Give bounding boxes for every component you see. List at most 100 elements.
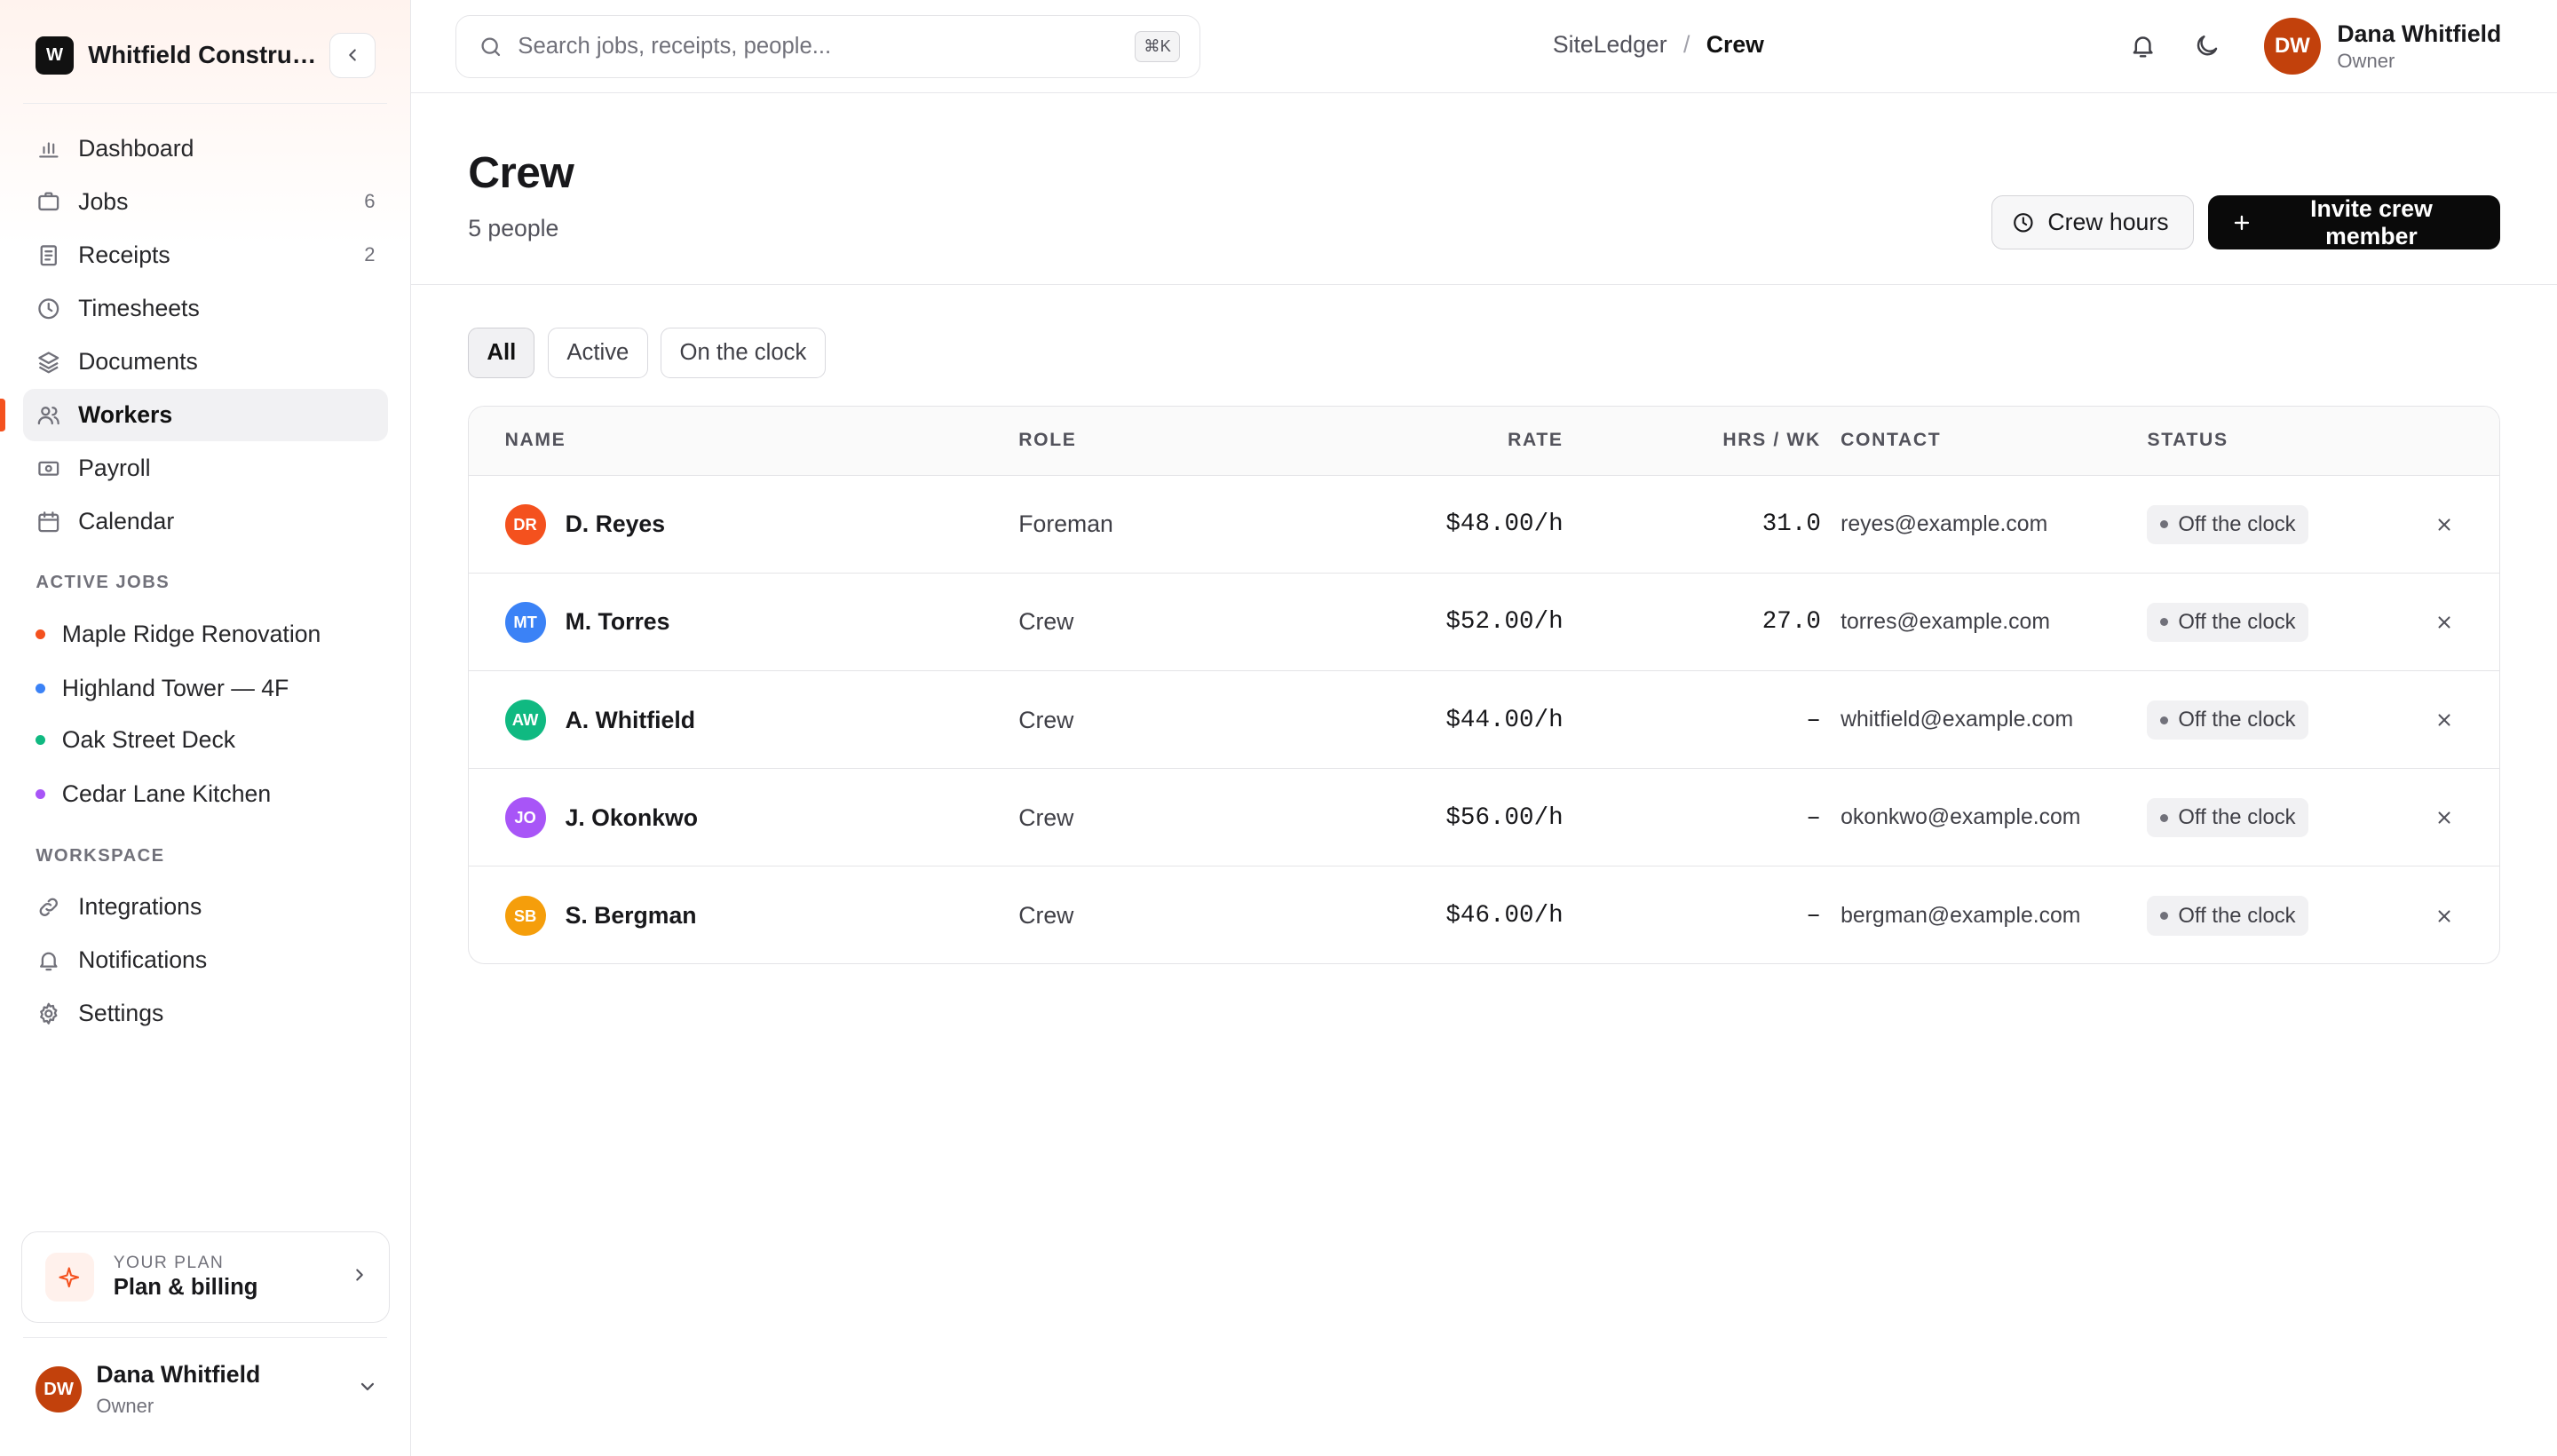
breadcrumb: SiteLedger / Crew [1553,31,1764,59]
column-status[interactable]: STATUS [2147,430,2228,451]
sparkle-icon [44,1252,94,1302]
remove-worker-button[interactable] [2434,671,2454,769]
table-row[interactable]: SB S. Bergman Crew $46.00/h – bergman@exa… [469,866,2499,962]
column-role[interactable]: ROLE [1018,430,1076,451]
filter-all[interactable]: All [468,328,535,379]
sidebar-item-payroll[interactable]: Payroll [23,442,388,495]
job-color-dot [36,735,46,746]
active-job-highland-tower[interactable]: Highland Tower — 4F [36,670,289,706]
account-menu[interactable]: DW Dana Whitfield Owner [2263,18,2502,75]
search-input[interactable] [518,33,1105,59]
bar-chart-icon [36,135,61,161]
sidebar-item-calendar[interactable]: Calendar [23,495,388,548]
breadcrumb-root[interactable]: SiteLedger [1553,31,1667,59]
table-row[interactable]: MT M. Torres Crew $52.00/h 27.0 torres@ex… [469,574,2500,671]
collapse-sidebar-button[interactable] [329,32,376,79]
sidebar-item-integrations[interactable]: Integrations [23,881,388,933]
worker-name[interactable]: J. Okonkwo [566,804,698,832]
invite-crew-member-button[interactable]: Invite crew member [2208,195,2501,250]
active-job-cedar-lane[interactable]: Cedar Lane Kitchen [36,776,271,811]
sidebar-item-dashboard[interactable]: Dashboard [23,123,388,175]
breadcrumb-separator: / [1682,30,1690,58]
gear-icon [36,1001,61,1026]
column-rate[interactable]: RATE [1508,430,1563,451]
plan-title: Plan & billing [113,1274,258,1300]
user-name: Dana Whitfield [96,1360,261,1388]
chevron-right-icon [350,1262,369,1292]
active-job-maple-ridge[interactable]: Maple Ridge Renovation [36,616,321,652]
filter-active[interactable]: Active [548,328,648,379]
worker-name[interactable]: M. Torres [566,608,670,636]
sidebar-item-label: Calendar [78,508,175,535]
clock-icon [2012,211,2035,234]
chevron-left-icon [349,49,356,61]
avatar: AW [504,700,546,741]
table-row[interactable]: AW A. Whitfield Crew $44.00/h – whitfield… [469,671,2500,770]
column-contact[interactable]: CONTACT [1841,430,1941,451]
avatar: DW [2263,18,2322,75]
crew-hours-button[interactable]: Crew hours [1991,195,2194,250]
worker-name[interactable]: S. Bergman [566,902,697,930]
sidebar-item-settings[interactable]: Settings [23,987,388,1040]
sidebar-item-jobs[interactable]: Jobs 6 [23,176,388,228]
moon-icon[interactable] [2190,29,2223,62]
user-menu[interactable]: DW Dana Whitfield Owner [36,1357,378,1421]
page-header: Crew 5 people Crew hours Invite crew mem… [410,93,2557,286]
status-badge: Off the clock [2147,602,2309,642]
sidebar-item-label: Notifications [78,946,208,973]
worker-name[interactable]: D. Reyes [566,510,665,538]
status-badge: Off the clock [2147,504,2309,544]
remove-worker-button[interactable] [2434,866,2454,962]
status-badge: Off the clock [2147,700,2309,740]
status-dot [2160,813,2169,822]
crew-hours-label: Crew hours [2047,209,2169,236]
sidebar-item-receipts[interactable]: Receipts 2 [23,229,388,281]
job-color-dot [36,789,46,800]
worker-name[interactable]: A. Whitfield [566,707,695,734]
filter-on-the-clock[interactable]: On the clock [661,328,826,379]
remove-worker-button[interactable] [2434,574,2454,671]
workspace-nav: Integrations Notifications Settings [23,881,388,1041]
sidebar-item-label: Documents [78,347,198,375]
close-icon [2438,616,2450,629]
worker-email[interactable]: whitfield@example.com [1841,671,2073,769]
column-hrs-wk[interactable]: HRS / WK [1722,430,1821,451]
table-row[interactable]: DR D. Reyes Foreman $48.00/h 31.0 reyes@e… [469,476,2500,574]
avatar: DR [504,503,546,545]
worker-role: Crew [1018,803,1074,831]
sidebar-item-label: Timesheets [78,294,200,321]
worker-role: Crew [1018,706,1074,733]
sidebar-item-timesheets[interactable]: Timesheets [23,282,388,335]
worker-rate: $44.00/h [1445,706,1563,734]
worker-hours: – [1806,706,1821,734]
workspace-heading: WORKSPACE [36,846,165,866]
worker-email[interactable]: bergman@example.com [1841,866,2080,962]
sidebar-item-documents[interactable]: Documents [23,336,388,388]
active-job-label: Maple Ridge Renovation [61,621,321,648]
worker-rate: $48.00/h [1445,510,1563,539]
active-job-oak-street[interactable]: Oak Street Deck [36,723,235,758]
sidebar-item-notifications[interactable]: Notifications [23,934,388,986]
worker-email[interactable]: reyes@example.com [1841,476,2047,574]
main-nav: Dashboard Jobs 6 Receipts 2 Timesheets D… [0,123,389,550]
worker-email[interactable]: torres@example.com [1841,574,2050,671]
column-name[interactable]: NAME [505,430,566,451]
plus-icon [2231,212,2252,233]
plan-billing-card[interactable]: YOUR PLAN Plan & billing [20,1230,391,1323]
bell-icon[interactable] [2126,29,2159,62]
user-role: Owner [96,1395,154,1418]
org-name: Whitfield Construction [88,41,325,69]
search-bar[interactable]: ⌘K [455,14,1201,79]
remove-worker-button[interactable] [2434,476,2454,574]
sidebar-item-workers[interactable]: Workers [0,389,389,441]
user-name: Dana Whitfield [2337,20,2502,47]
breadcrumb-current: Crew [1706,30,1764,58]
status-dot [2160,911,2169,921]
remove-worker-button[interactable] [2434,769,2454,866]
avatar: JO [504,797,546,839]
table-row[interactable]: JO J. Okonkwo Crew $56.00/h – okonkwo@exa… [469,769,2500,867]
worker-role: Crew [1018,902,1074,930]
worker-email[interactable]: okonkwo@example.com [1841,769,2080,866]
status-text: Off the clock [2178,903,2296,928]
org-switcher[interactable]: W Whitfield Construction [36,32,376,79]
